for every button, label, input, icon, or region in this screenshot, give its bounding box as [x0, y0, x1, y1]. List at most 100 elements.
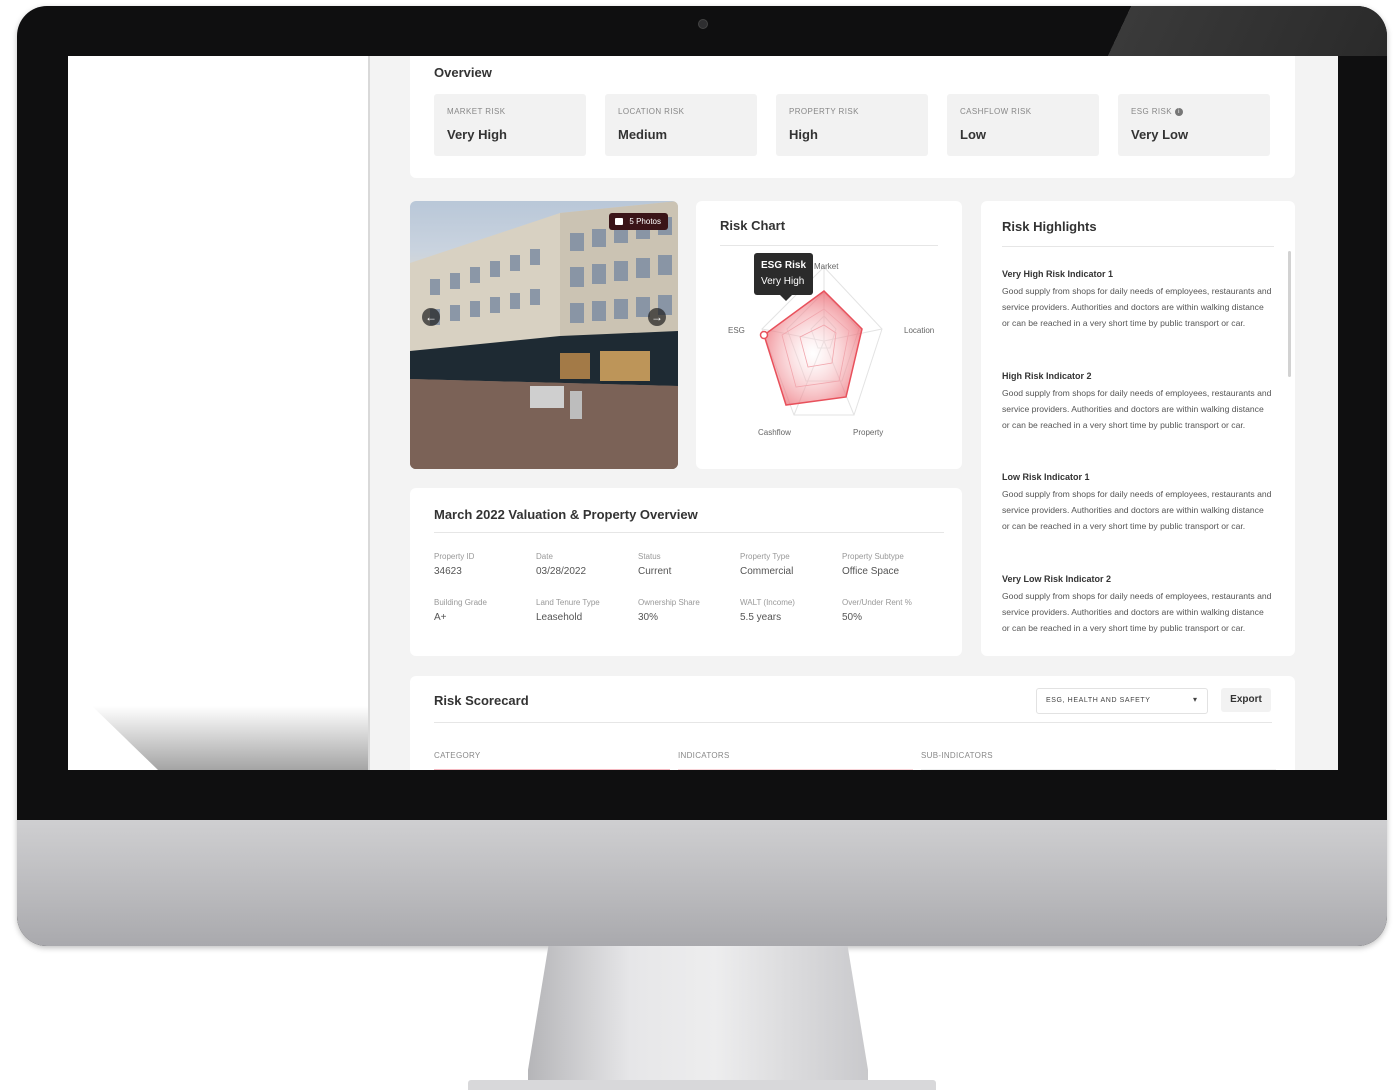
radar-area: [763, 290, 863, 406]
highlight-title: Very Low Risk Indicator 2: [1002, 574, 1112, 584]
risk-scorecard-card: Risk Scorecard ESG, HEALTH AND SAFETY ▾ …: [410, 676, 1295, 770]
cashflow-risk-label: CASHFLOW RISK: [960, 107, 1032, 116]
risk-highlights-title: Risk Highlights: [1002, 219, 1097, 234]
risk-highlights-card: Risk Highlights Very High Risk Indicator…: [981, 201, 1295, 656]
esg-risk-label: ESG RISK: [1131, 107, 1172, 116]
axis-label-property: Property: [853, 428, 884, 437]
field-property-id: Property ID 34623: [434, 552, 534, 577]
market-risk-label: MARKET RISK: [447, 107, 506, 116]
property-risk-box: PROPERTY RISK High: [776, 94, 928, 156]
photos-badge[interactable]: 5 Photos: [609, 213, 668, 230]
radar-tooltip: ESG Risk Very High: [754, 253, 814, 301]
axis-label-esg: ESG: [728, 326, 745, 335]
field-status: Status Current: [638, 552, 738, 577]
location-risk-box: LOCATION RISK Medium: [605, 94, 757, 156]
scorecard-divider: [434, 722, 1272, 723]
info-icon[interactable]: i: [1175, 107, 1183, 116]
field-value: 03/28/2022: [536, 566, 587, 577]
property-photo[interactable]: 5 Photos ← →: [410, 201, 678, 469]
property-risk-label: PROPERTY RISK: [789, 107, 859, 116]
bezel-reflection: [1087, 6, 1387, 56]
valuation-divider: [434, 532, 944, 533]
highlight-text: Good supply from shops for daily needs o…: [1002, 286, 1272, 328]
field-label: Date: [536, 552, 553, 561]
chevron-down-icon: ▾: [1192, 695, 1197, 704]
overview-title: Overview: [434, 65, 492, 80]
column-header-sub-indicators[interactable]: SUB-INDICATORS: [921, 751, 993, 760]
field-label: Over/Under Rent %: [842, 598, 912, 607]
tooltip-title: ESG Risk: [761, 260, 807, 271]
location-risk-label: LOCATION RISK: [618, 107, 685, 116]
category-select-value: ESG, HEALTH AND SAFETY: [1046, 697, 1151, 704]
overview-card: Overview MARKET RISK Very High LOCATION …: [410, 56, 1295, 178]
field-label: Property Type: [740, 552, 790, 561]
arrow-left-icon[interactable]: ←: [422, 308, 440, 326]
highlight-item: Very High Risk Indicator 1 Good supply f…: [1002, 269, 1272, 331]
field-land-tenure: Land Tenure Type Leasehold: [536, 598, 636, 623]
radar-active-point[interactable]: [759, 330, 769, 340]
valuation-title: March 2022 Valuation & Property Overview: [434, 507, 698, 522]
field-property-type: Property Type Commercial: [740, 552, 840, 577]
highlights-divider: [1002, 246, 1274, 247]
market-risk-box: MARKET RISK Very High: [434, 94, 586, 156]
sub-indicator-bar: [921, 769, 1276, 770]
highlight-text: Good supply from shops for daily needs o…: [1002, 489, 1272, 531]
cashflow-risk-box: CASHFLOW RISK Low: [947, 94, 1099, 156]
location-risk-value: Medium: [618, 127, 668, 142]
export-button[interactable]: Export: [1221, 688, 1271, 712]
axis-label-market: Market: [814, 262, 839, 271]
field-label: WALT (Income): [740, 598, 795, 607]
monitor-stand-base: [468, 1080, 936, 1090]
monitor-frame: Overview MARKET RISK Very High LOCATION …: [17, 6, 1387, 946]
field-label: Property ID: [434, 552, 475, 561]
field-value: 50%: [842, 612, 863, 623]
esg-risk-label-row: ESG RISK i: [1131, 107, 1183, 116]
image-icon: [615, 218, 624, 226]
field-walt: WALT (Income) 5.5 years: [740, 598, 840, 623]
field-ownership-share: Ownership Share 30%: [638, 598, 738, 623]
highlight-item: Low Risk Indicator 1 Good supply from sh…: [1002, 472, 1272, 534]
field-property-subtype: Property Subtype Office Space: [842, 552, 942, 577]
highlights-scrollbar[interactable]: [1288, 251, 1291, 377]
field-label: Ownership Share: [638, 598, 700, 607]
indicator-highlight-bar: [678, 769, 913, 770]
field-value: Leasehold: [536, 612, 583, 623]
highlight-title: Low Risk Indicator 1: [1002, 472, 1090, 482]
column-header-indicators[interactable]: INDICATORS: [678, 751, 730, 760]
highlight-title: High Risk Indicator 2: [1002, 371, 1092, 381]
left-panel: [68, 56, 370, 770]
valuation-card: March 2022 Valuation & Property Overview…: [410, 488, 962, 656]
field-date: Date 03/28/2022: [536, 552, 636, 577]
risk-scorecard-title: Risk Scorecard: [434, 693, 529, 708]
app-screen: Overview MARKET RISK Very High LOCATION …: [68, 56, 1338, 770]
axis-label-cashflow: Cashflow: [758, 428, 791, 437]
photos-badge-label: 5 Photos: [629, 217, 661, 226]
field-value: 5.5 years: [740, 612, 782, 623]
column-header-category[interactable]: CATEGORY: [434, 751, 481, 760]
camera-icon: [698, 19, 708, 29]
field-over-under-rent: Over/Under Rent % 50%: [842, 598, 942, 623]
field-value: A+: [434, 612, 447, 623]
radar-chart: [759, 266, 883, 416]
highlight-item: Very Low Risk Indicator 2 Good supply fr…: [1002, 574, 1272, 636]
property-risk-value: High: [789, 127, 818, 142]
esg-risk-box: ESG RISK i Very Low: [1118, 94, 1270, 156]
risk-chart-card: Risk Chart Market Location Property Cash…: [696, 201, 962, 469]
axis-label-location: Location: [904, 326, 935, 335]
field-value: 30%: [638, 612, 659, 623]
field-building-grade: Building Grade A+: [434, 598, 534, 623]
field-value: Office Space: [842, 566, 900, 577]
field-label: Status: [638, 552, 661, 561]
esg-risk-value: Very Low: [1131, 127, 1189, 142]
monitor-stand: [528, 946, 868, 1090]
field-value: Current: [638, 566, 672, 577]
field-label: Building Grade: [434, 598, 487, 607]
building-illustration: [410, 201, 678, 469]
field-label: Land Tenure Type: [536, 598, 600, 607]
arrow-right-icon[interactable]: →: [648, 308, 666, 326]
category-select[interactable]: ESG, HEALTH AND SAFETY ▾: [1036, 688, 1208, 714]
field-label: Property Subtype: [842, 552, 904, 561]
category-highlight-bar: [434, 769, 670, 770]
monitor-chin: [17, 820, 1387, 946]
cashflow-risk-value: Low: [960, 127, 986, 142]
